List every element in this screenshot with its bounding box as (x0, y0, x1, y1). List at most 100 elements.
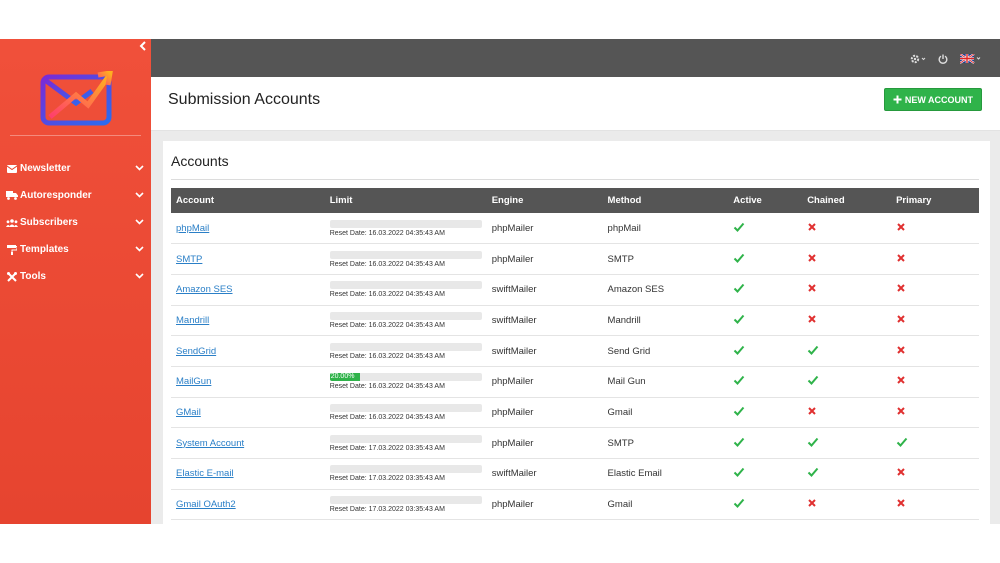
logo-divider (10, 135, 141, 136)
cell-primary (891, 428, 979, 459)
cell-engine: swiftMailer (491, 345, 537, 357)
table-body: phpMail Reset Date: 16.03.2022 04:35:43 A… (171, 213, 979, 520)
account-link[interactable]: phpMail (176, 223, 209, 234)
sidebar-item-label: Autoresponder (20, 190, 92, 201)
chevron-down-icon[interactable] (135, 190, 144, 201)
table-row[interactable]: Elastic E-mail Reset Date: 17.03.2022 03:… (171, 459, 979, 490)
check-icon (733, 221, 745, 233)
table-row[interactable]: Mandrill Reset Date: 16.03.2022 04:35:43 … (171, 305, 979, 336)
column-header-account[interactable]: Account (171, 188, 325, 213)
account-link[interactable]: SMTP (176, 254, 202, 265)
account-link[interactable]: MailGun (176, 376, 211, 387)
cell-active (728, 366, 802, 397)
new-account-button[interactable]: NEW ACCOUNT (883, 88, 982, 111)
cell-engine: swiftMailer (491, 468, 537, 480)
page-header: Submission Accounts NEW ACCOUNT (151, 77, 1000, 131)
chevron-down-icon[interactable] (135, 271, 144, 282)
reset-date: Reset Date: 16.03.2022 04:35:43 AM (329, 321, 445, 329)
users-icon (6, 217, 18, 229)
table-row[interactable]: GMail Reset Date: 16.03.2022 04:35:43 AM p… (171, 397, 979, 428)
plus-icon (893, 95, 902, 104)
table-row[interactable]: Gmail OAuth2 Reset Date: 17.03.2022 03:35… (171, 489, 979, 520)
cell-chained (802, 244, 891, 275)
envelope-icon (6, 163, 18, 175)
truck-icon (6, 190, 18, 202)
cell-primary (891, 336, 979, 367)
cell-limit: Reset Date: 16.03.2022 04:35:43 AM (325, 397, 487, 428)
sidebar-item-label: Subscribers (20, 217, 78, 228)
account-link[interactable]: GMail (176, 407, 201, 418)
sidebar: Newsletter Autoresponder Subscribers Tem… (0, 39, 151, 524)
check-icon (807, 436, 819, 448)
gear-icon[interactable] (910, 51, 926, 69)
cell-limit: Reset Date: 16.03.2022 04:35:43 AM (325, 244, 487, 275)
page-title: Submission Accounts (168, 91, 321, 108)
cell-limit: Reset Date: 17.03.2022 03:35:43 AM (325, 428, 487, 459)
cell-account: System Account (171, 428, 325, 459)
cell-limit: Reset Date: 16.03.2022 04:35:43 AM (325, 305, 487, 336)
column-header-active[interactable]: Active (728, 188, 802, 213)
check-icon (733, 282, 745, 294)
sidebar-item-subscribers[interactable]: Subscribers (0, 209, 151, 236)
check-icon (733, 436, 745, 448)
card-divider (171, 179, 979, 180)
chevron-down-icon[interactable] (135, 244, 144, 255)
power-icon[interactable] (938, 51, 948, 69)
cell-method: Elastic Email (607, 468, 662, 480)
column-header-method[interactable]: Method (603, 188, 729, 213)
account-link[interactable]: SendGrid (176, 346, 216, 357)
limit-progress-bar (329, 219, 482, 228)
cell-method: SMTP (607, 437, 634, 449)
reset-date: Reset Date: 16.03.2022 04:35:43 AM (329, 352, 445, 360)
sidebar-item-templates[interactable]: Templates (0, 236, 151, 263)
cell-primary (891, 366, 979, 397)
collapse-sidebar-icon[interactable] (139, 41, 147, 54)
account-link[interactable]: System Account (176, 438, 244, 449)
cell-limit: Reset Date: 16.03.2022 04:35:43 AM (325, 336, 487, 367)
cell-primary (891, 397, 979, 428)
limit-progress-bar (329, 403, 482, 412)
uk-flag-icon[interactable] (959, 51, 982, 69)
sidebar-item-newsletter[interactable]: Newsletter (0, 155, 151, 182)
cell-account: Amazon SES (171, 274, 325, 305)
cell-active (728, 397, 802, 428)
limit-progress-fill: 20.00% (329, 373, 361, 382)
sidebar-nav: Newsletter Autoresponder Subscribers Tem… (0, 155, 151, 290)
cell-active (728, 305, 802, 336)
account-link[interactable]: Amazon SES (176, 284, 233, 295)
chevron-down-icon[interactable] (135, 217, 144, 228)
table-row[interactable]: SendGrid Reset Date: 16.03.2022 04:35:43 … (171, 336, 979, 367)
column-header-primary[interactable]: Primary (891, 188, 979, 213)
cell-active (728, 489, 802, 520)
cell-limit: 20.00% Reset Date: 16.03.2022 04:35:43 AM (325, 366, 487, 397)
cell-account: Mandrill (171, 305, 325, 336)
chevron-down-icon[interactable] (135, 163, 144, 174)
table-row[interactable]: SMTP Reset Date: 16.03.2022 04:35:43 AM ph… (171, 244, 979, 275)
check-icon (733, 466, 745, 478)
table-row[interactable]: System Account Reset Date: 17.03.2022 03:… (171, 428, 979, 459)
paint-roller-icon (6, 244, 18, 256)
table-row[interactable]: phpMail Reset Date: 16.03.2022 04:35:43 A… (171, 213, 979, 244)
accounts-table: Account Limit Engine Method Active Chain… (171, 188, 979, 520)
table-row[interactable]: Amazon SES Reset Date: 16.03.2022 04:35:4… (171, 274, 979, 306)
table-row[interactable]: MailGun 20.00% Reset Date: 16.03.2022 04:3… (171, 366, 979, 398)
cross-icon (896, 222, 906, 232)
column-header-limit[interactable]: Limit (325, 188, 487, 213)
cross-icon (896, 345, 906, 355)
account-link[interactable]: Elastic E-mail (176, 468, 234, 479)
cell-method: SMTP (607, 253, 634, 265)
tools-icon (6, 271, 18, 283)
account-link[interactable]: Mandrill (176, 315, 209, 326)
sidebar-item-autoresponder[interactable]: Autoresponder (0, 182, 151, 209)
limit-progress-bar (329, 281, 482, 290)
cell-primary (891, 459, 979, 490)
cell-account: Elastic E-mail (171, 459, 325, 490)
column-header-engine[interactable]: Engine (487, 188, 603, 213)
sidebar-item-tools[interactable]: Tools (0, 263, 151, 290)
check-icon (733, 252, 745, 264)
column-header-chained[interactable]: Chained (802, 188, 891, 213)
sidebar-item-label: Templates (20, 244, 69, 255)
cell-chained (802, 459, 891, 490)
account-link[interactable]: Gmail OAuth2 (176, 499, 236, 510)
cell-chained (802, 366, 891, 397)
